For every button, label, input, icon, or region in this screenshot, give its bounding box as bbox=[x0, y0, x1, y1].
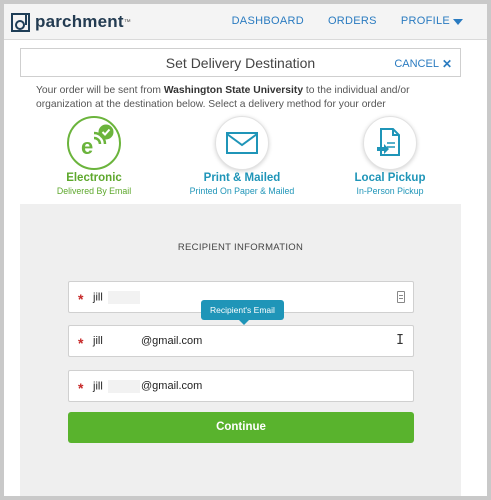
redacted-text bbox=[107, 380, 140, 393]
method-print-circle bbox=[215, 116, 269, 170]
method-pickup-subtitle: In-Person Pickup bbox=[356, 186, 424, 196]
text-cursor-icon: I bbox=[396, 333, 404, 348]
title-bar: Set Delivery Destination CANCEL ✕ bbox=[20, 48, 461, 77]
method-local-pickup[interactable]: Local Pickup In-Person Pickup bbox=[330, 116, 450, 196]
method-print-mailed[interactable]: Print & Mailed Printed On Paper & Mailed bbox=[182, 116, 302, 196]
method-pickup-title: Local Pickup bbox=[354, 172, 426, 184]
contact-card-icon[interactable] bbox=[397, 291, 405, 303]
recipient-panel: RECIPIENT INFORMATION * jill Recipient's… bbox=[20, 204, 461, 496]
institution-name: Washington State University bbox=[163, 85, 304, 96]
top-navigation: parchment ™ DASHBOARD ORDERS PROFILE bbox=[4, 4, 487, 40]
required-mark: * bbox=[78, 380, 84, 396]
method-print-title: Print & Mailed bbox=[203, 172, 281, 184]
method-electronic[interactable]: e Electronic Delivered By Email bbox=[34, 116, 154, 196]
continue-button[interactable]: Continue bbox=[68, 412, 414, 443]
name-text: jill bbox=[93, 291, 103, 304]
svg-text:e: e bbox=[81, 134, 93, 159]
close-icon: ✕ bbox=[441, 57, 452, 71]
confirm-user-text: jill bbox=[93, 380, 103, 393]
parchment-logo-icon bbox=[11, 12, 30, 32]
parchment-logo[interactable]: parchment ™ bbox=[11, 12, 131, 32]
cancel-label: CANCEL bbox=[394, 58, 439, 70]
confirm-email-domain: @gmail.com bbox=[141, 380, 203, 392]
document-pickup-icon bbox=[377, 128, 400, 156]
required-mark: * bbox=[78, 291, 84, 307]
method-pickup-circle bbox=[363, 116, 417, 170]
method-electronic-subtitle: Delivered By Email bbox=[56, 186, 132, 196]
nav-profile-label: PROFILE bbox=[400, 15, 450, 27]
recipient-heading: RECIPIENT INFORMATION bbox=[177, 242, 304, 253]
trademark-icon: ™ bbox=[123, 18, 131, 26]
nav-dashboard[interactable]: DASHBOARD bbox=[232, 15, 304, 27]
intro-part1: Your order will be sent from bbox=[36, 85, 164, 96]
recipient-email-confirm-field[interactable]: * jill @gmail.com bbox=[68, 370, 414, 402]
confirm-email-user: jill bbox=[93, 380, 142, 393]
redacted-text bbox=[107, 291, 140, 304]
method-electronic-title: Electronic bbox=[66, 172, 122, 184]
recipient-name-value: jill bbox=[93, 291, 142, 304]
envelope-icon bbox=[226, 132, 258, 154]
required-mark: * bbox=[78, 335, 84, 351]
nav-profile[interactable]: PROFILE bbox=[401, 15, 463, 27]
nav-links: DASHBOARD ORDERS PROFILE bbox=[232, 15, 463, 27]
email-tooltip: Recipient's Email bbox=[201, 300, 284, 325]
nav-orders[interactable]: ORDERS bbox=[328, 15, 377, 27]
cancel-button[interactable]: CANCEL ✕ bbox=[394, 57, 452, 71]
method-print-subtitle: Printed On Paper & Mailed bbox=[189, 186, 295, 196]
recipient-email-field[interactable]: * jill @gmail.com I bbox=[68, 325, 414, 357]
app-window: parchment ™ DASHBOARD ORDERS PROFILE Set… bbox=[4, 4, 487, 496]
caret-down-icon bbox=[453, 18, 463, 25]
logo-text: parchment bbox=[35, 12, 124, 31]
electronic-check-icon: e bbox=[81, 124, 114, 159]
intro-text: Your order will be sent from Washington … bbox=[36, 84, 456, 112]
method-electronic-circle: e bbox=[67, 116, 121, 170]
recipient-email-user: jill bbox=[93, 335, 103, 347]
recipient-email-domain: @gmail.com bbox=[141, 335, 203, 347]
